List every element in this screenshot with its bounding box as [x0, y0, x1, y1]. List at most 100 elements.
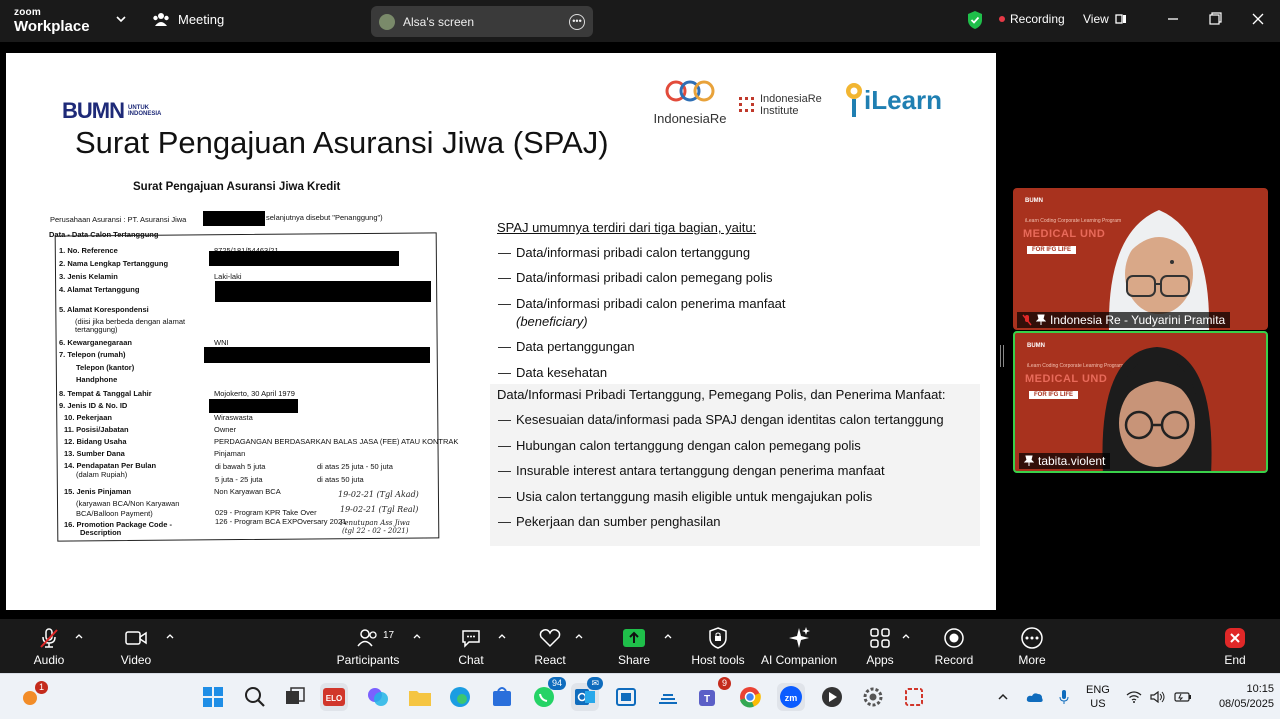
end-button[interactable]: End: [1218, 619, 1252, 673]
form-row-label: 1. No. Reference: [59, 246, 118, 255]
screen-share-pill[interactable]: Alsa's screen •••: [371, 6, 593, 37]
quick-settings[interactable]: [1126, 674, 1192, 719]
form-row-label: 7. Telepon (rumah): [59, 350, 126, 359]
audio-options-caret-icon[interactable]: [74, 631, 84, 641]
logo-line2: Workplace: [14, 18, 90, 35]
share-label: Share: [617, 653, 651, 667]
search-icon[interactable]: [241, 683, 269, 711]
chrome-icon[interactable]: [736, 683, 764, 711]
react-options-caret-icon[interactable]: [574, 631, 584, 641]
store-icon[interactable]: [488, 683, 516, 711]
elo-app-icon[interactable]: ELO: [320, 683, 348, 711]
record-button[interactable]: Record: [932, 619, 976, 673]
more-label: More: [1018, 653, 1046, 667]
bullet-dash: —: [498, 339, 511, 354]
panel-resize-handle[interactable]: [1000, 345, 1004, 367]
more-options-icon[interactable]: •••: [569, 13, 585, 30]
participants-options-caret-icon[interactable]: [412, 631, 422, 641]
host-tools-button[interactable]: Host tools: [688, 619, 748, 673]
audio-button[interactable]: Audio: [28, 619, 70, 673]
recording-label: Recording: [1010, 12, 1065, 26]
tile-bg-headline: MEDICAL UND: [1023, 228, 1106, 240]
redaction-bar: [209, 251, 399, 266]
bullet-dash: —: [498, 489, 511, 504]
info-box-item: Usia calon tertanggung masih eligible un…: [516, 489, 873, 504]
handwritten-note: 19-02-21 (Tgl Real): [340, 505, 419, 514]
show-hidden-icons[interactable]: [997, 674, 1009, 719]
handwritten-note: 19-02-21 (Tgl Akad): [338, 490, 419, 499]
onedrive-icon[interactable]: [1026, 674, 1044, 719]
encryption-shield-icon[interactable]: [966, 10, 984, 30]
ai-companion-button[interactable]: AI Companion: [760, 619, 838, 673]
ai-sparkle-icon: [789, 627, 810, 648]
pin-icon: [1036, 314, 1046, 325]
chat-options-caret-icon[interactable]: [497, 631, 507, 641]
clock[interactable]: 10:15 08/05/2025: [1196, 674, 1274, 719]
promo-line: 029 - Program KPR Take Over: [215, 508, 317, 517]
participant-tile-active-speaker[interactable]: BUMN iLearn Coding Corporate Learning Pr…: [1013, 331, 1268, 473]
battery-icon: [1174, 692, 1191, 702]
chat-button[interactable]: Chat: [452, 619, 490, 673]
more-button[interactable]: More: [1012, 619, 1052, 673]
language-region: US: [1090, 698, 1106, 710]
income-option: di bawah 5 juta: [215, 462, 266, 471]
task-view-icon[interactable]: [281, 683, 309, 711]
share-button[interactable]: Share: [614, 619, 654, 673]
form-company-prefix: Perusahaan Asuransi : PT. Asuransi Jiwa: [50, 215, 187, 224]
weather-widget-icon[interactable]: 1: [20, 681, 48, 709]
video-button[interactable]: Video: [114, 619, 158, 673]
office-app-icon[interactable]: [612, 683, 640, 711]
institute-logo-text: IndonesiaRe Institute: [760, 93, 822, 118]
react-label: React: [534, 653, 566, 667]
input-language[interactable]: ENG US: [1086, 674, 1110, 719]
participants-count: 17: [383, 630, 395, 641]
spaj-part-item: Data kesehatan: [516, 365, 608, 380]
outlook-icon[interactable]: ✉: [571, 677, 603, 711]
start-button-icon[interactable]: [199, 683, 227, 711]
close-icon[interactable]: [1249, 10, 1267, 28]
file-explorer-icon[interactable]: [406, 683, 434, 711]
snip-sketch-icon[interactable]: [900, 683, 928, 711]
form-row-value: Pinjaman: [214, 449, 246, 458]
spaj-part-item: Data pertanggungan: [516, 339, 635, 354]
form-row-value: PERDAGANGAN BERDASARKAN BALAS JASA (FEE)…: [214, 437, 459, 446]
edge-icon[interactable]: [446, 683, 474, 711]
maximize-icon[interactable]: [1206, 10, 1224, 28]
indonesia-re-logo: IndonesiaRe: [649, 78, 731, 126]
view-layout-icon: [1115, 14, 1126, 24]
apps-options-caret-icon[interactable]: [901, 631, 911, 641]
participant-video: [1108, 210, 1210, 330]
copilot-icon[interactable]: [364, 683, 392, 711]
participants-label: Participants: [336, 653, 400, 667]
whatsapp-icon[interactable]: 94: [530, 677, 566, 711]
pin-icon: [1024, 455, 1034, 466]
language-code: ENG: [1086, 683, 1110, 696]
form-row-label: Description: [80, 528, 122, 537]
mic-muted-icon: [1022, 314, 1032, 326]
react-button[interactable]: React: [530, 619, 570, 673]
form-row-label: 5. Alamat Korespondensi: [59, 305, 149, 314]
teams-icon[interactable]: T9: [695, 677, 731, 711]
participant-name-tag: Indonesia Re - Yudyarini Pramita: [1017, 312, 1231, 328]
media-player-icon[interactable]: [818, 683, 846, 711]
video-options-caret-icon[interactable]: [165, 631, 175, 641]
heart-icon: [539, 629, 561, 648]
zoom-taskbar-icon[interactable]: zm: [777, 683, 805, 711]
spaj-part-item: Data/informasi pribadi calon tertanggung: [516, 245, 751, 260]
snipping-tool-icon[interactable]: [654, 683, 682, 711]
meeting-menu[interactable]: Meeting: [152, 11, 224, 27]
microphone-icon[interactable]: [1058, 674, 1070, 719]
apps-button[interactable]: Apps: [862, 619, 898, 673]
recording-indicator[interactable]: Recording: [999, 12, 1065, 26]
ai-companion-label: AI Companion: [760, 653, 838, 667]
participants-button[interactable]: Participants: [336, 619, 400, 673]
participants-icon: [357, 629, 377, 647]
tile-bg-logo: BUMN: [1025, 198, 1043, 204]
minimize-icon[interactable]: [1164, 10, 1182, 28]
share-options-caret-icon[interactable]: [663, 631, 673, 641]
view-menu[interactable]: View: [1083, 12, 1127, 26]
settings-gear-icon[interactable]: [859, 683, 887, 711]
participant-tile[interactable]: BUMN iLearn Coding Corporate Learning Pr…: [1013, 188, 1268, 330]
chevron-down-icon[interactable]: [114, 12, 128, 26]
form-row-label: Handphone: [76, 375, 118, 384]
